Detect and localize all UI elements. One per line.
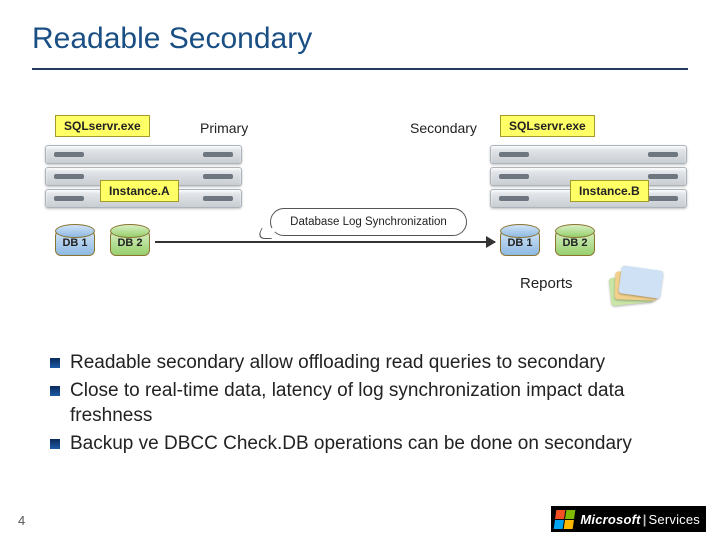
role-label-secondary: Secondary <box>410 120 477 136</box>
title-underline <box>32 68 688 70</box>
sqlservr-label-right: SQLservr.exe <box>500 115 595 137</box>
architecture-diagram: SQLservr.exe SQLservr.exe Primary Second… <box>0 90 720 290</box>
brand-company: Microsoft <box>580 512 640 527</box>
bullet-item: Readable secondary allow offloading read… <box>50 350 665 376</box>
bullet-item: Close to real-time data, latency of log … <box>50 378 665 429</box>
bullet-text: Readable secondary allow offloading read… <box>70 350 665 376</box>
database-icon-primary-db1: DB 1 <box>55 230 95 256</box>
brand-unit: Services <box>649 512 700 527</box>
sync-arrow-icon <box>155 241 495 243</box>
sqlservr-label-left: SQLservr.exe <box>55 115 150 137</box>
bullet-text: Close to real-time data, latency of log … <box>70 378 665 429</box>
microsoft-logo-icon <box>554 510 576 529</box>
bullet-item: Backup ve DBCC Check.DB operations can b… <box>50 431 665 457</box>
database-icon-secondary-db1: DB 1 <box>500 230 540 256</box>
database-icon-primary-db2: DB 2 <box>110 230 150 256</box>
bullet-text: Backup ve DBCC Check.DB operations can b… <box>70 431 665 457</box>
bullet-icon <box>50 358 60 368</box>
slide-title: Readable Secondary <box>32 22 312 56</box>
reports-label: Reports <box>520 275 573 292</box>
reports-icon <box>610 268 660 300</box>
bullet-list: Readable secondary allow offloading read… <box>50 350 665 459</box>
role-label-primary: Primary <box>200 120 248 136</box>
instance-a-label: Instance.A <box>100 180 179 202</box>
database-icon-secondary-db2: DB 2 <box>555 230 595 256</box>
page-number: 4 <box>18 513 25 528</box>
bullet-icon <box>50 439 60 449</box>
bullet-icon <box>50 386 60 396</box>
brand-footer: Microsoft|Services <box>551 506 706 532</box>
sync-callout: Database Log Synchronization <box>270 208 467 236</box>
slide: Readable Secondary SQLservr.exe SQLservr… <box>0 0 720 540</box>
brand-text: Microsoft|Services <box>580 512 700 527</box>
instance-b-label: Instance.B <box>570 180 649 202</box>
